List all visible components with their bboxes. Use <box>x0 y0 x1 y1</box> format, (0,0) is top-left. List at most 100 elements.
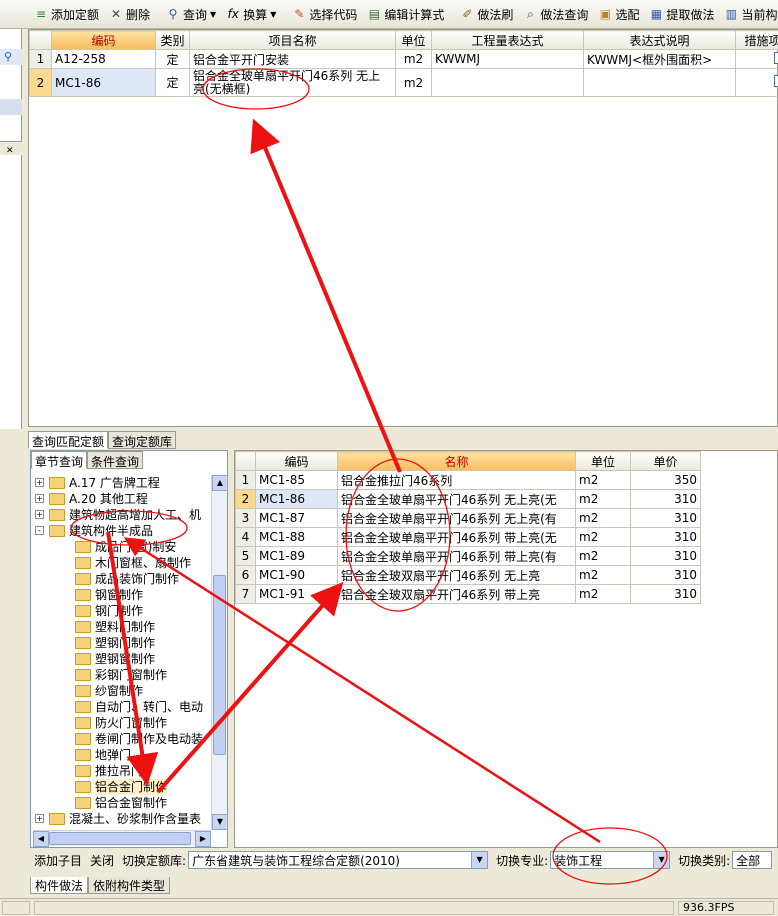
tree-node[interactable]: 自动门、转门、电动 <box>33 699 211 715</box>
extract-method-button[interactable]: ▦ 提取做法 <box>645 3 718 25</box>
column-header[interactable]: 类别 <box>155 30 190 50</box>
left-close-icon[interactable]: ✕ <box>0 141 22 156</box>
tree-node[interactable]: 彩钢门窗制作 <box>33 667 211 683</box>
type-cell[interactable]: 定 <box>155 49 190 69</box>
delete-button[interactable]: ✕ 删除 <box>105 3 154 25</box>
unit-cell[interactable]: m2 <box>575 508 631 528</box>
scroll-up-icon[interactable]: ▲ <box>212 475 228 491</box>
expr-desc-cell[interactable]: KWWMJ<框外围面积> <box>583 49 736 69</box>
left-selected-row[interactable] <box>0 99 22 115</box>
name-cell[interactable]: 铝合金平开门安装 <box>189 49 396 69</box>
table-row[interactable]: 1 MC1-85 铝合金推拉门46系列 m2 350 <box>235 470 701 490</box>
scroll-right-icon[interactable]: ▶ <box>195 831 211 847</box>
name-cell[interactable]: 铝合金推拉门46系列 <box>337 470 576 490</box>
column-header[interactable]: 单位 <box>395 30 432 50</box>
code-cell[interactable]: A12-258 <box>51 49 156 69</box>
expr-desc-cell[interactable] <box>583 68 736 97</box>
tab-query-matched[interactable]: 查询匹配定额 <box>28 431 109 449</box>
code-cell[interactable]: MC1-88 <box>255 527 338 547</box>
tab-query-library[interactable]: 查询定额库 <box>108 431 177 449</box>
column-header[interactable]: 措施项 <box>735 30 778 50</box>
unit-cell[interactable]: m2 <box>575 489 631 509</box>
quota-library-select[interactable]: 广东省建筑与装饰工程综合定额(2010) ▼ <box>188 851 489 869</box>
tree-node[interactable]: 卷闸门制作及电动装 <box>33 731 211 747</box>
dropdown-caret-icon[interactable]: ▼ <box>210 10 216 19</box>
table-row[interactable]: 5 MC1-89 铝合金全玻单扇平开门46系列 带上亮(有 m2 310 <box>235 546 701 566</box>
table-row[interactable]: 6 MC1-90 铝合金全玻双扇平开门46系列 无上亮 m2 310 <box>235 565 701 585</box>
tree-node[interactable]: 铝合金门制作 <box>33 779 211 795</box>
tree-node[interactable]: 钢窗制作 <box>33 587 211 603</box>
tree-node[interactable]: 成品装饰门制作 <box>33 571 211 587</box>
tree-node[interactable]: 木门窗框、扇制作 <box>33 555 211 571</box>
major-select[interactable]: 装饰工程 ▼ <box>550 851 671 869</box>
name-cell[interactable]: 铝合金全玻双扇平开门46系列 带上亮 <box>337 584 576 604</box>
price-cell[interactable]: 310 <box>630 546 701 566</box>
select-match-button[interactable]: ▣ 选配 <box>594 3 643 25</box>
expr-cell[interactable] <box>431 68 584 97</box>
tree-node[interactable]: 塑钢窗制作 <box>33 651 211 667</box>
unit-cell[interactable]: m2 <box>575 584 631 604</box>
tree-node[interactable]: 成品门(窗)制安 <box>33 539 211 555</box>
name-cell[interactable]: 铝合金全玻双扇平开门46系列 无上亮 <box>337 565 576 585</box>
tree-node[interactable]: + A.17 广告牌工程 <box>33 475 211 491</box>
tree-node[interactable]: 纱窗制作 <box>33 683 211 699</box>
scroll-thumb[interactable] <box>213 575 226 755</box>
table-row[interactable]: 2 MC1-86 定 铝合金全玻单扇平开门46系列 无上 亮(无横框) m2 <box>29 68 778 97</box>
code-cell[interactable]: MC1-85 <box>255 470 338 490</box>
close-button[interactable]: 关闭 <box>90 852 114 869</box>
type-cell[interactable]: 定 <box>155 68 190 97</box>
price-cell[interactable]: 350 <box>630 470 701 490</box>
method-query-button[interactable]: ⌕ 做法查询 <box>519 3 592 25</box>
tree-vertical-scrollbar[interactable]: ▲ ▼ <box>211 475 228 830</box>
unit-cell[interactable]: m2 <box>395 68 432 97</box>
table-row[interactable]: 4 MC1-88 铝合金全玻单扇平开门46系列 带上亮(无 m2 310 <box>235 527 701 547</box>
price-cell[interactable]: 310 <box>630 489 701 509</box>
tree-horizontal-scrollbar[interactable]: ◀ ▶ <box>33 830 211 847</box>
scroll-thumb[interactable] <box>49 832 191 845</box>
expand-icon[interactable]: + <box>35 510 44 519</box>
code-cell[interactable]: MC1-86 <box>51 68 156 97</box>
tree-node[interactable]: 钢门制作 <box>33 603 211 619</box>
scroll-down-icon[interactable]: ▼ <box>212 814 228 830</box>
unit-cell[interactable]: m2 <box>575 527 631 547</box>
table-row[interactable]: 1 A12-258 定 铝合金平开门安装 m2 KWWMJ KWWMJ<框外围面… <box>29 49 778 69</box>
chevron-down-icon[interactable]: ▼ <box>471 852 488 868</box>
select-code-button[interactable]: ✎ 选择代码 <box>288 3 361 25</box>
tab-chapter-query[interactable]: 章节查询 <box>31 451 88 469</box>
measure-cell[interactable] <box>735 49 778 69</box>
method-brush-button[interactable]: ✐ 做法刷 <box>456 3 517 25</box>
tree-node[interactable]: 铝合金窗制作 <box>33 795 211 811</box>
code-cell[interactable]: MC1-87 <box>255 508 338 528</box>
edit-formula-button[interactable]: ▤ 编辑计算式 <box>363 3 448 25</box>
name-cell[interactable]: 铝合金全玻单扇平开门46系列 无上亮(有 <box>337 508 576 528</box>
code-cell[interactable]: MC1-91 <box>255 584 338 604</box>
column-header[interactable]: 单价 <box>630 451 701 471</box>
table-row[interactable]: 2 MC1-86 铝合金全玻单扇平开门46系列 无上亮(无 m2 310 <box>235 489 701 509</box>
query-button[interactable]: ⚲ 查询 ▼ <box>162 3 220 25</box>
name-cell[interactable]: 铝合金全玻单扇平开门46系列 带上亮(无 <box>337 527 576 547</box>
unit-cell[interactable]: m2 <box>395 49 432 69</box>
tree-node[interactable]: 地弹门 <box>33 747 211 763</box>
column-header[interactable]: 单位 <box>575 451 631 471</box>
tree-node[interactable]: 防火门窗制作 <box>33 715 211 731</box>
dropdown-caret-icon[interactable]: ▼ <box>270 10 276 19</box>
column-header[interactable]: 名称 <box>337 451 576 471</box>
collapse-icon[interactable]: - <box>35 526 44 535</box>
tree-node[interactable]: 塑料门制作 <box>33 619 211 635</box>
price-cell[interactable]: 310 <box>630 508 701 528</box>
name-cell[interactable]: 铝合金全玻单扇平开门46系列 带上亮(有 <box>337 546 576 566</box>
unit-cell[interactable]: m2 <box>575 470 631 490</box>
tree-node[interactable]: + 建筑物超高增加人工、机 <box>33 507 211 523</box>
tree-node[interactable]: - 建筑构件半成品 <box>33 523 211 539</box>
scroll-left-icon[interactable]: ◀ <box>33 831 49 847</box>
table-row[interactable]: 3 MC1-87 铝合金全玻单扇平开门46系列 无上亮(有 m2 310 <box>235 508 701 528</box>
expand-icon[interactable]: + <box>35 814 44 823</box>
name-cell[interactable]: 铝合金全玻单扇平开门46系列 无上 亮(无横框) <box>189 68 396 97</box>
expand-icon[interactable]: + <box>35 478 44 487</box>
tree-node[interactable]: 塑钢门制作 <box>33 635 211 651</box>
add-quota-button[interactable]: ≡ 添加定额 <box>30 3 103 25</box>
unit-cell[interactable]: m2 <box>575 546 631 566</box>
code-cell[interactable]: MC1-86 <box>255 489 338 509</box>
column-header[interactable]: 表达式说明 <box>583 30 736 50</box>
measure-checkbox[interactable] <box>774 75 778 87</box>
